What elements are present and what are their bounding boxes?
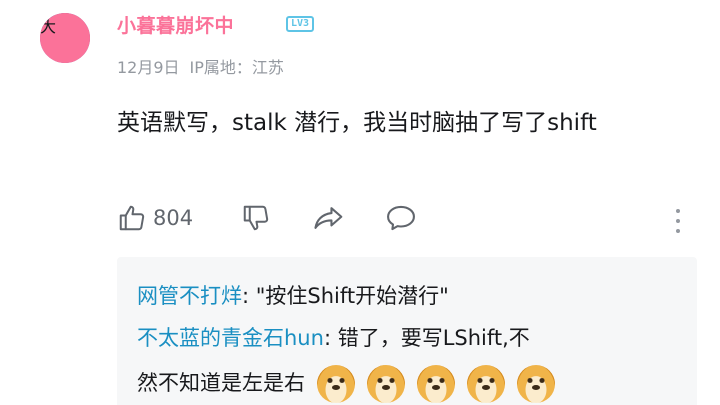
reply-username[interactable]: 网管不打烊 <box>137 284 242 308</box>
share-button[interactable] <box>313 203 345 233</box>
reply-preview-box[interactable]: 网管不打烊: "按住Shift开始潜行" 不太蓝的青金石hun: 错了，要写LS… <box>117 257 697 405</box>
share-icon <box>314 207 343 229</box>
more-vertical-icon <box>676 209 680 233</box>
comment-icon <box>387 205 415 231</box>
doge-emoji-icon <box>417 365 455 403</box>
reply-button[interactable] <box>385 203 417 233</box>
comment-content: 英语默写，stalk 潜行，我当时脑抽了写了shift <box>117 110 597 136</box>
reply-text: 然不知道是左是右 <box>137 371 305 395</box>
doge-emoji-icon <box>517 365 555 403</box>
thumbs-up-icon <box>119 205 145 231</box>
doge-emoji-icon <box>467 365 505 403</box>
avatar-badge: 大 <box>40 13 90 63</box>
reply-item[interactable]: 网管不打烊: "按住Shift开始潜行" <box>137 279 449 313</box>
doge-emoji-icon <box>317 365 355 403</box>
level-badge: LV3 <box>286 16 315 32</box>
action-bar: 804 <box>117 203 707 237</box>
like-count: 804 <box>153 206 194 230</box>
like-button[interactable]: 804 <box>117 203 193 233</box>
comment-date: 12月9日 <box>117 58 180 77</box>
comment-card: 大 小暮暮崩坏中 LV3 12月9日 IP属地：江苏 英语默写，stalk 潜行，… <box>0 0 720 405</box>
thumbs-down-icon <box>243 205 269 231</box>
ip-location: IP属地：江苏 <box>189 58 284 77</box>
reply-text: : "按住Shift开始潜行" <box>242 284 449 308</box>
reply-continuation: 然不知道是左是右 <box>137 363 555 403</box>
reply-text: : 错了，要写LShift,不 <box>323 326 530 350</box>
comment-meta: 12月9日 IP属地：江苏 <box>117 54 284 78</box>
reply-username[interactable]: 不太蓝的青金石hun <box>137 326 324 350</box>
more-button[interactable] <box>671 207 685 235</box>
dislike-button[interactable] <box>241 203 271 233</box>
username[interactable]: 小暮暮崩坏中 <box>117 11 234 38</box>
doge-emoji-icon <box>367 365 405 403</box>
reply-item[interactable]: 不太蓝的青金石hun: 错了，要写LShift,不 <box>137 321 530 355</box>
